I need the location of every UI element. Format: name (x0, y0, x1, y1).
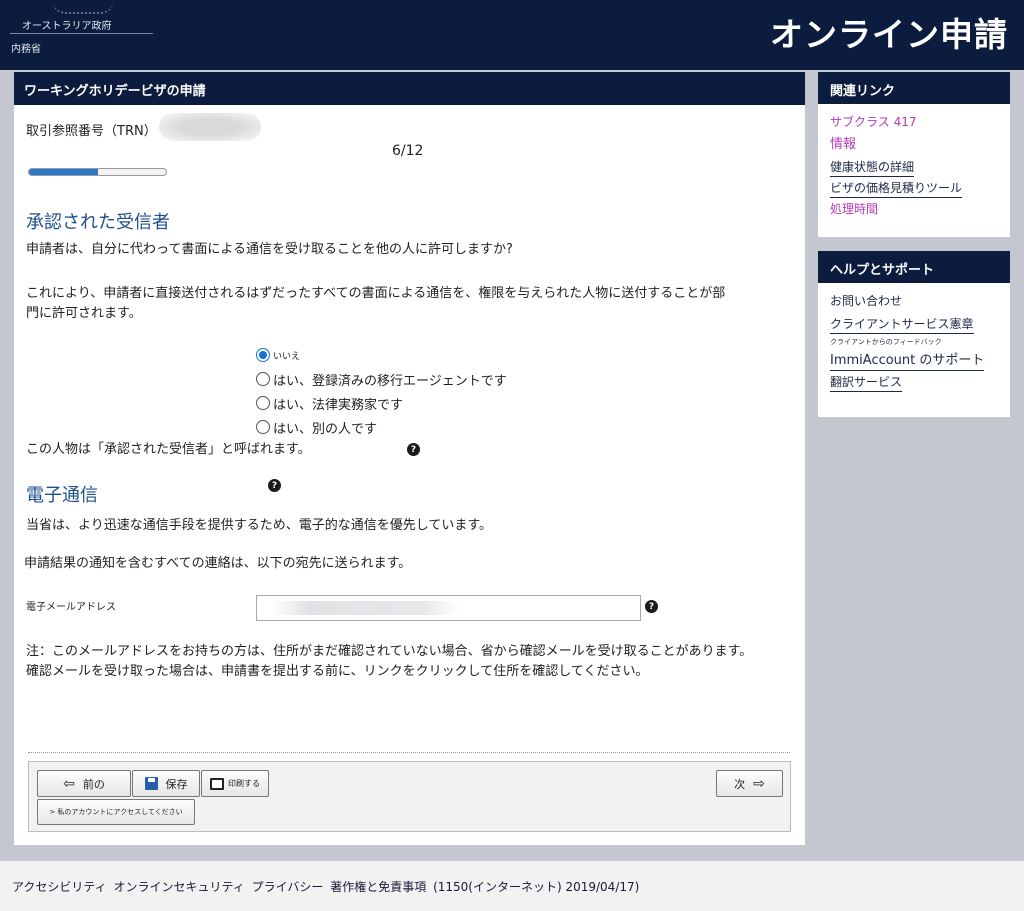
application-panel: ワーキングホリデービザの申請 取引参照番号（TRN） 6/12 承認された受信者… (14, 72, 805, 845)
link-subclass-417[interactable]: サブクラス 417 (830, 112, 916, 134)
link-visa-pricing-estimator[interactable]: ビザの価格見積りツール (830, 179, 963, 198)
footer-link-privacy[interactable]: プライバシー (252, 880, 324, 894)
link-processing-times[interactable]: 処理時間 (830, 199, 878, 221)
recipient-section-title: 承認された受信者 (26, 212, 170, 233)
progress-bar (28, 168, 167, 176)
email-label: 電子メールアドレス (26, 602, 116, 613)
arrow-left-icon: ⇦ (63, 775, 75, 792)
header-divider (10, 33, 153, 34)
previous-button[interactable]: ⇦ 前の (37, 770, 131, 797)
help-icon[interactable]: ? (268, 479, 281, 492)
email-note: 注：このメールアドレスをお持ちの方は、住所がまだ確認されていない場合、省から確認… (26, 644, 753, 679)
authorized-recipient-note: この人物は「承認された受信者」と呼ばれます。 (26, 442, 311, 457)
radio-button[interactable] (256, 420, 270, 434)
radio-label: いいえ (273, 351, 301, 362)
radio-button[interactable] (256, 348, 270, 362)
recipient-explanation: これにより、申請者に直接送付されるはずだったすべての書面による通信を、権限を与え… (26, 286, 726, 321)
print-icon (210, 777, 224, 790)
print-button[interactable]: 印刷する (201, 770, 269, 797)
department-name: 内務省 (11, 44, 41, 55)
help-icon[interactable]: ? (645, 600, 658, 613)
account-access-button[interactable]: > 私のアカウントにアクセスしてください (37, 799, 195, 825)
radio-button[interactable] (256, 372, 270, 386)
site-title: オンライン申請 (770, 15, 1008, 54)
link-contact-us[interactable]: お問い合わせ (830, 291, 902, 313)
recipient-question: 申請者は、自分に代わって書面による通信を受け取ることを他の人に許可しますか? (26, 242, 513, 257)
help-support-box: ヘルプとサポート お問い合わせ クライアントサービス憲章 クライアントからのフィ… (818, 251, 1010, 417)
radio-button[interactable] (256, 396, 270, 410)
email-value-redacted (271, 601, 461, 615)
link-health-details[interactable]: 健康状態の詳細 (830, 158, 915, 177)
footer-version: (1150(インターネット) 2019/04/17) (433, 880, 640, 894)
trn-value-redacted (159, 113, 261, 141)
all-communications-text: 申請結果の通知を含むすべての連絡は、以下の宛先に送られます。 (24, 556, 412, 571)
radio-label: はい、登録済みの移行エージェントです (273, 373, 507, 389)
government-crest-icon (52, 0, 114, 14)
footer-link-copyright[interactable]: 著作権と免責事項 (330, 880, 426, 894)
email-input[interactable] (256, 595, 641, 621)
panel-title: ワーキングホリデービザの申請 (14, 72, 805, 105)
site-footer: アクセシビリティ オンラインセキュリティ プライバシー 著作権と免責事項 (11… (0, 861, 1024, 911)
help-icon[interactable]: ? (407, 443, 420, 456)
link-client-feedback[interactable]: クライアントからのフィードバック (830, 335, 942, 350)
site-header: オーストラリア政府 内務省 オンライン申請 (0, 0, 1024, 70)
radio-label: はい、法律実務家です (273, 397, 404, 413)
progress-bar-fill (29, 169, 98, 175)
next-button[interactable]: 次 ⇨ (716, 770, 783, 797)
recipient-options: いいえ はい、登録済みの移行エージェントです はい、法律実務家です はい、別の人… (256, 343, 507, 439)
floppy-disk-icon (144, 777, 158, 790)
footer-link-online-security[interactable]: オンラインセキュリティ (114, 880, 245, 894)
footer-link-accessibility[interactable]: アクセシビリティ (12, 880, 107, 894)
button-bar: ⇦ 前の 保存 印刷する 次 ⇨ > 私のアカウントにアクセスしてください (28, 761, 791, 832)
radio-option-other-person[interactable]: はい、別の人です (256, 415, 507, 439)
link-client-service-charter[interactable]: クライアントサービス憲章 (830, 315, 974, 334)
electronic-preference-text: 当省は、より迅速な通信手段を提供するため、電子的な通信を優先しています。 (26, 518, 493, 533)
radio-option-migration-agent[interactable]: はい、登録済みの移行エージェントです (256, 367, 507, 391)
trn-label: 取引参照番号（TRN） (26, 124, 157, 139)
government-name: オーストラリア政府 (22, 21, 112, 32)
help-support-title: ヘルプとサポート (818, 251, 1010, 283)
save-button[interactable]: 保存 (132, 770, 200, 797)
link-information[interactable]: 情報 (830, 134, 856, 156)
radio-option-legal-practitioner[interactable]: はい、法律実務家です (256, 391, 507, 415)
link-immiaccount-support[interactable]: ImmiAccount のサポート (830, 352, 985, 371)
radio-option-no[interactable]: いいえ (256, 343, 507, 367)
link-translation-services[interactable]: 翻訳サービス (830, 373, 903, 392)
arrow-right-icon: ⇨ (753, 775, 765, 792)
electronic-section-title: 電子通信 (26, 485, 98, 506)
divider (28, 752, 790, 753)
related-links-box: 関連リンク サブクラス 417 情報 健康状態の詳細 ビザの価格見積りツール 処… (818, 72, 1010, 237)
step-counter: 6/12 (392, 143, 424, 159)
related-links-title: 関連リンク (818, 72, 1010, 104)
radio-label: はい、別の人です (273, 421, 378, 437)
